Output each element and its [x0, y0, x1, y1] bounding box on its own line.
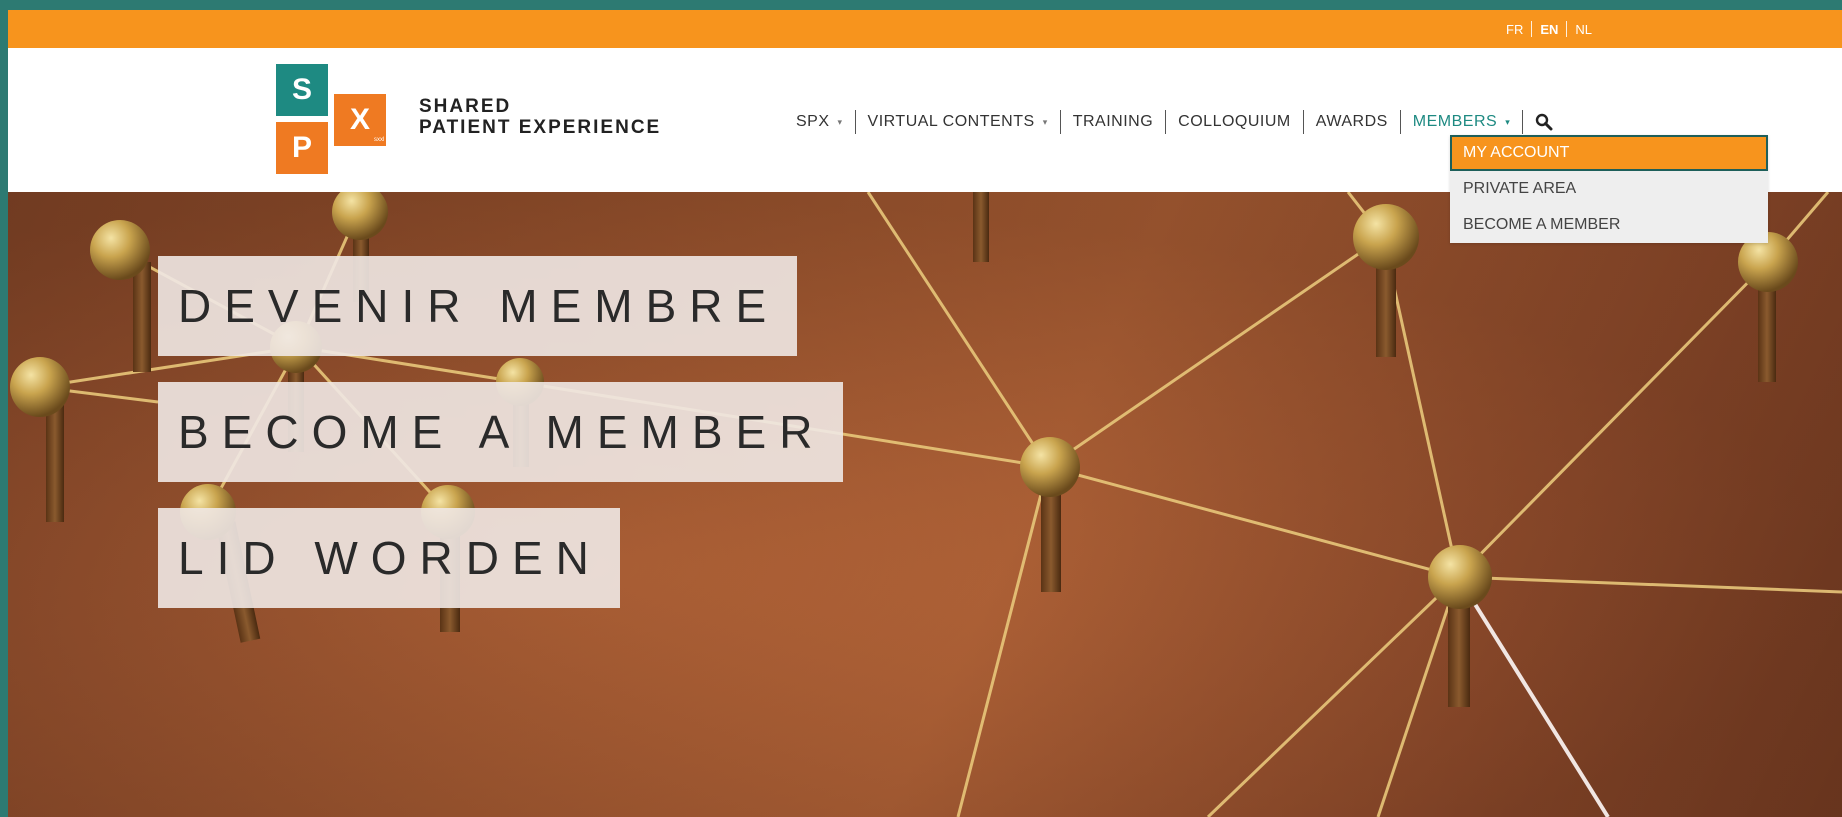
- search-button[interactable]: [1523, 113, 1553, 131]
- brand-name[interactable]: SHARED PATIENT EXPERIENCE: [419, 96, 661, 138]
- lang-nl[interactable]: NL: [1575, 22, 1592, 37]
- dropdown-item-private-area[interactable]: PRIVATE AREA: [1450, 171, 1768, 207]
- caret-down-icon: ▾: [1505, 116, 1511, 127]
- nav-spx-label: SPX: [796, 113, 830, 130]
- brand-line-2: PATIENT EXPERIENCE: [419, 117, 662, 138]
- top-bar: FR EN NL: [8, 10, 1842, 48]
- search-icon: [1536, 113, 1553, 131]
- members-dropdown: MY ACCOUNT PRIVATE AREA BECOME A MEMBER: [1450, 135, 1768, 243]
- nav-training-label: TRAINING: [1072, 113, 1154, 130]
- dropdown-item-become-member[interactable]: BECOME A MEMBER: [1450, 207, 1768, 243]
- nav-members[interactable]: MEMBERS ▾: [1401, 113, 1522, 131]
- lang-divider: [1566, 21, 1568, 37]
- nav-colloquium-label: COLLOQUIUM: [1178, 113, 1291, 130]
- nav-spx[interactable]: SPX ▾: [796, 113, 855, 131]
- brand-line-1: SHARED: [419, 96, 512, 117]
- nav-virtual-contents-label: VIRTUAL CONTENTS: [867, 113, 1035, 130]
- lang-fr[interactable]: FR: [1506, 22, 1523, 37]
- lang-en[interactable]: EN: [1540, 22, 1558, 37]
- nav-members-label: MEMBERS: [1412, 113, 1498, 130]
- hero-banner-en: BECOME A MEMBER: [158, 382, 844, 482]
- site-logo[interactable]: S X P sxxl: [276, 64, 394, 178]
- caret-down-icon: ▾: [837, 116, 843, 127]
- hero-banner-fr: DEVENIR MEMBRE: [158, 256, 798, 356]
- page-frame: FR EN NL S X P sxxl SHARED PATIENT EXPER…: [8, 10, 1842, 817]
- logo-s: S: [276, 64, 328, 116]
- logo-tiny-text: sxxl: [374, 137, 385, 143]
- caret-down-icon: ▾: [1042, 116, 1048, 127]
- main-nav: SPX ▾ VIRTUAL CONTENTS ▾ TRAINING COLLOQ…: [796, 110, 1553, 134]
- nav-awards[interactable]: AWARDS: [1304, 113, 1400, 131]
- nav-virtual-contents[interactable]: VIRTUAL CONTENTS ▾: [856, 113, 1060, 131]
- nav-training[interactable]: TRAINING: [1061, 113, 1165, 131]
- lang-divider: [1531, 21, 1533, 37]
- dropdown-item-my-account[interactable]: MY ACCOUNT: [1450, 135, 1768, 171]
- hero-banner-nl: LID WORDEN: [158, 508, 620, 608]
- nav-awards-label: AWARDS: [1315, 113, 1388, 130]
- language-switcher: FR EN NL: [1506, 10, 1592, 48]
- hero-image: DEVENIR MEMBRE BECOME A MEMBER LID WORDE…: [8, 192, 1842, 817]
- nav-colloquium[interactable]: COLLOQUIUM: [1166, 113, 1303, 131]
- logo-p: P: [276, 122, 328, 174]
